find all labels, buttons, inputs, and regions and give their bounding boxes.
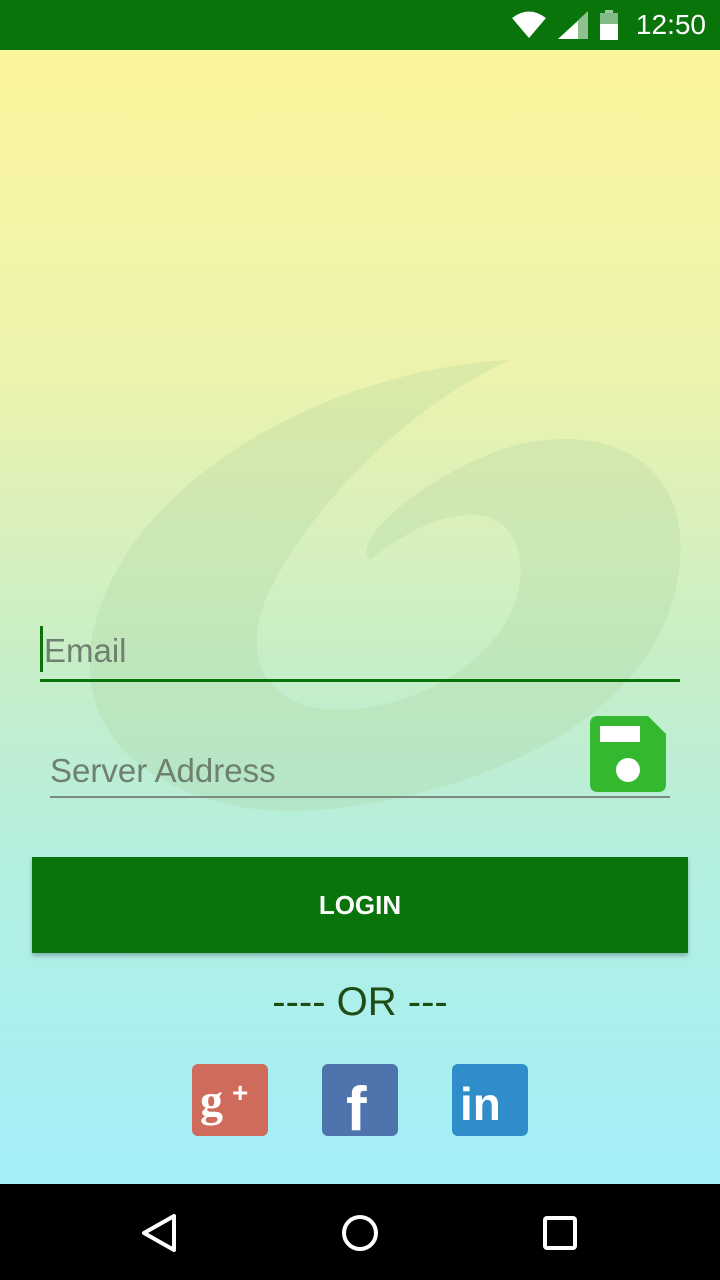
email-input[interactable] <box>44 628 644 674</box>
status-bar: 12:50 <box>0 0 720 50</box>
svg-text:f: f <box>346 1075 367 1136</box>
floppy-disk-icon[interactable] <box>590 716 666 792</box>
google-plus-icon: g + <box>200 1075 248 1126</box>
cell-signal-icon <box>557 11 588 39</box>
login-screen: LOGIN ---- OR --- g + f in <box>0 50 720 1184</box>
email-field-container <box>40 620 680 682</box>
back-icon[interactable] <box>134 1208 184 1258</box>
login-button[interactable]: LOGIN <box>32 857 688 953</box>
recent-apps-icon[interactable] <box>535 1208 585 1258</box>
clock: 12:50 <box>635 9 706 40</box>
navigation-bar <box>0 1184 720 1280</box>
linkedin-icon: in <box>460 1078 501 1130</box>
home-icon[interactable] <box>335 1208 385 1258</box>
server-address-input[interactable] <box>50 748 570 794</box>
facebook-icon: f <box>346 1075 367 1136</box>
svg-text:in: in <box>460 1078 501 1130</box>
battery-icon <box>599 10 618 40</box>
or-divider: ---- OR --- <box>272 980 448 1024</box>
svg-text:g: g <box>200 1075 223 1126</box>
wifi-icon <box>511 11 546 38</box>
text-cursor <box>40 626 43 672</box>
facebook-button[interactable]: f <box>322 1064 398 1136</box>
linkedin-button[interactable]: in <box>452 1064 528 1136</box>
svg-text:+: + <box>232 1077 248 1108</box>
server-field-container <box>50 716 670 798</box>
google-plus-button[interactable]: g + <box>192 1064 268 1136</box>
status-icons: 12:50 <box>511 0 706 50</box>
